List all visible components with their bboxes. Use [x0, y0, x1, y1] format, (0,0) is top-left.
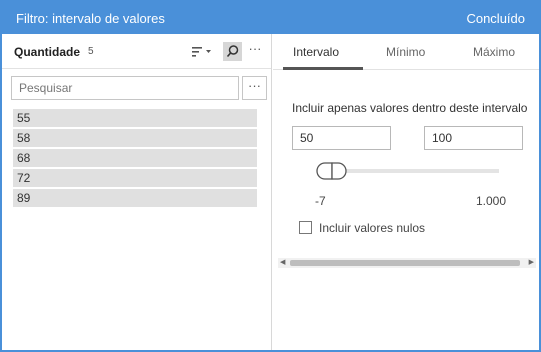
domain-min-label: -7: [315, 194, 326, 208]
range-label: Incluir apenas valores dentro deste inte…: [292, 101, 528, 115]
more-options-icon[interactable]: ···: [246, 42, 264, 60]
min-value-input[interactable]: [292, 126, 391, 150]
filter-dialog: Filtro: intervalo de valores Concluído Q…: [0, 0, 541, 352]
domain-max-label: 1.000: [476, 194, 507, 208]
field-name: Quantidade: [14, 45, 81, 59]
list-item[interactable]: 89: [13, 189, 257, 207]
range-slider-track[interactable]: [325, 169, 499, 173]
list-item[interactable]: 58: [13, 129, 257, 147]
tab-minimo[interactable]: Mínimo: [386, 45, 425, 59]
tab-maximo[interactable]: Máximo: [473, 45, 515, 59]
title-bar: Filtro: intervalo de valores Concluído: [2, 2, 539, 34]
field-header: Quantidade 5 ···: [2, 34, 271, 69]
list-item[interactable]: 68: [13, 149, 257, 167]
range-slider-handles[interactable]: [314, 161, 350, 181]
values-panel: Quantidade 5 ··· ··· 55: [2, 34, 272, 350]
list-item[interactable]: 72: [13, 169, 257, 187]
field-count: 5: [88, 46, 94, 57]
search-input[interactable]: [11, 76, 239, 100]
active-tab-indicator: [283, 67, 363, 70]
tab-intervalo[interactable]: Intervalo: [293, 45, 339, 59]
max-value-input[interactable]: [424, 126, 523, 150]
include-nulls-label: Incluir valores nulos: [319, 221, 426, 235]
search-more-button[interactable]: ···: [242, 76, 267, 100]
search-icon[interactable]: [223, 42, 242, 61]
list-item[interactable]: 55: [13, 109, 257, 127]
include-nulls-checkbox[interactable]: [299, 221, 312, 234]
dialog-title: Filtro: intervalo de valores: [16, 11, 165, 26]
scroll-left-arrow-icon[interactable]: ◀: [280, 258, 285, 268]
scroll-right-arrow-icon[interactable]: ▶: [529, 258, 534, 268]
horizontal-scrollbar[interactable]: ◀ ▶: [278, 258, 536, 268]
values-list: 55 58 68 72 89: [13, 109, 257, 209]
range-panel: Intervalo Mínimo Máximo Incluir apenas v…: [273, 34, 539, 350]
sort-icon[interactable]: [190, 45, 212, 59]
scrollbar-thumb[interactable]: [290, 260, 520, 266]
done-button[interactable]: Concluído: [466, 11, 525, 26]
tab-bar: Intervalo Mínimo Máximo: [273, 34, 539, 70]
